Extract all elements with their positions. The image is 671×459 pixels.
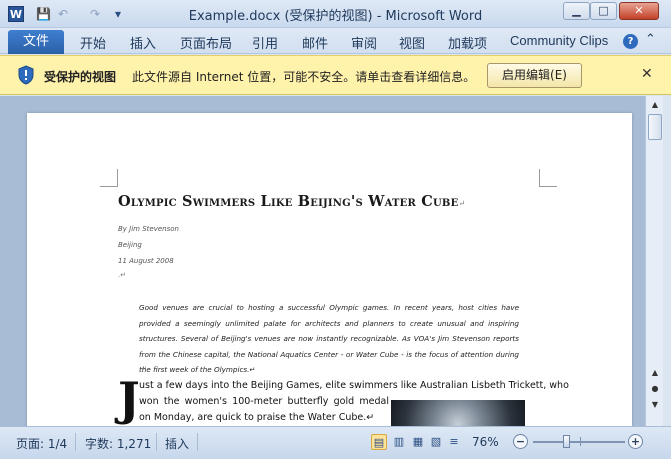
zoom-slider-thumb[interactable] bbox=[563, 435, 570, 448]
tab-mailings[interactable]: 邮件 bbox=[302, 33, 328, 52]
protected-view-message[interactable]: 此文件源自 Internet 位置，可能不安全。请单击查看详细信息。 bbox=[132, 68, 475, 85]
scroll-up-icon[interactable]: ▲ bbox=[648, 98, 662, 112]
browse-object-icon[interactable]: ● bbox=[648, 382, 662, 396]
abstract-paragraph: Good venues are crucial to hosting a suc… bbox=[139, 303, 519, 374]
paragraph-mark: .↵ bbox=[139, 365, 148, 373]
crop-mark-top-right bbox=[539, 169, 557, 187]
vertical-scrollbar[interactable]: ▲ ▲ ● ▼ bbox=[645, 96, 663, 426]
zoom-level[interactable]: 76% bbox=[472, 435, 499, 449]
full-screen-reading-icon[interactable]: ▥ bbox=[391, 434, 407, 450]
zoom-out-icon[interactable]: − bbox=[513, 434, 528, 449]
protected-view-title: 受保护的视图 bbox=[44, 70, 117, 84]
help-icon[interactable]: ? bbox=[623, 34, 638, 49]
tab-page-layout[interactable]: 页面布局 bbox=[180, 33, 232, 52]
tab-references[interactable]: 引用 bbox=[252, 33, 278, 52]
minimize-button[interactable]: ▁ bbox=[563, 2, 590, 20]
ribbon-tabs: 文件 开始 插入 页面布局 引用 邮件 审阅 视图 加载项 Community … bbox=[0, 28, 671, 54]
tab-review[interactable]: 审阅 bbox=[351, 33, 377, 52]
page-count[interactable]: 页面: 1/4 bbox=[16, 435, 67, 452]
status-divider bbox=[156, 433, 157, 451]
tab-view[interactable]: 视图 bbox=[399, 33, 425, 52]
date-line: 11 August 2008 bbox=[118, 257, 174, 265]
author-line: By Jim Stevenson bbox=[118, 225, 179, 233]
shield-icon bbox=[18, 65, 34, 85]
location-line: Beijing bbox=[118, 241, 142, 249]
print-layout-view-icon[interactable]: ▤ bbox=[371, 434, 387, 450]
document-title: Olympic Swimmers Like Beijing's Water Cu… bbox=[118, 193, 465, 210]
protected-view-close-icon[interactable]: ✕ bbox=[641, 66, 653, 82]
collapse-ribbon-icon[interactable]: ⌃ bbox=[645, 32, 656, 47]
ruler-toggle-icon[interactable]: ▲ bbox=[648, 366, 662, 380]
insert-mode[interactable]: 插入 bbox=[165, 435, 189, 452]
protected-view-bar: 受保护的视图 此文件源自 Internet 位置，可能不安全。请单击查看详细信息… bbox=[0, 55, 671, 95]
body-paragraph: won the women's 100-meter butterfly gold… bbox=[139, 396, 389, 423]
right-frame bbox=[663, 96, 671, 426]
web-layout-icon[interactable]: ▦ bbox=[410, 434, 426, 450]
scroll-thumb[interactable] bbox=[648, 114, 662, 140]
zoom-slider[interactable] bbox=[533, 441, 625, 443]
enable-editing-button[interactable]: 启用编辑(E) bbox=[487, 63, 582, 88]
status-divider bbox=[75, 433, 76, 451]
scroll-down-icon[interactable]: ▼ bbox=[648, 398, 662, 412]
tab-file[interactable]: 文件 bbox=[8, 30, 64, 54]
document-page[interactable]: Olympic Swimmers Like Beijing's Water Cu… bbox=[27, 113, 632, 426]
outline-view-icon[interactable]: ▧ bbox=[428, 434, 444, 450]
document-area[interactable]: Olympic Swimmers Like Beijing's Water Cu… bbox=[0, 96, 645, 426]
drop-cap: J bbox=[118, 372, 140, 426]
document-title-text: Olympic Swimmers Like Beijing's Water Cu… bbox=[118, 193, 459, 210]
body-first-line: ust a few days into the Beijing Games, e… bbox=[139, 380, 569, 391]
draft-view-icon[interactable]: ≡ bbox=[446, 434, 462, 450]
zoom-slider-center-tick bbox=[580, 437, 581, 446]
maximize-button[interactable]: □ bbox=[590, 2, 617, 20]
water-cube-photo bbox=[391, 400, 525, 426]
tab-home[interactable]: 开始 bbox=[80, 33, 106, 52]
title-bar: W 💾 ↶ ↷ ▾ Example.docx (受保护的视图) - Micros… bbox=[0, 0, 671, 28]
tab-community-clips[interactable]: Community Clips bbox=[510, 33, 608, 48]
paragraph-mark: .↵ bbox=[118, 271, 127, 279]
paragraph-mark: ↵ bbox=[458, 199, 466, 208]
status-bar: 页面: 1/4 字数: 1,271 插入 ▤ ▥ ▦ ▧ ≡ 76% − + bbox=[0, 426, 671, 459]
tab-addins[interactable]: 加载项 bbox=[448, 33, 487, 52]
crop-mark-top-left bbox=[100, 169, 118, 187]
tab-insert[interactable]: 插入 bbox=[130, 33, 156, 52]
status-divider bbox=[197, 433, 198, 451]
close-button[interactable]: ✕ bbox=[619, 2, 659, 20]
zoom-in-icon[interactable]: + bbox=[628, 434, 643, 449]
word-count[interactable]: 字数: 1,271 bbox=[85, 435, 151, 452]
